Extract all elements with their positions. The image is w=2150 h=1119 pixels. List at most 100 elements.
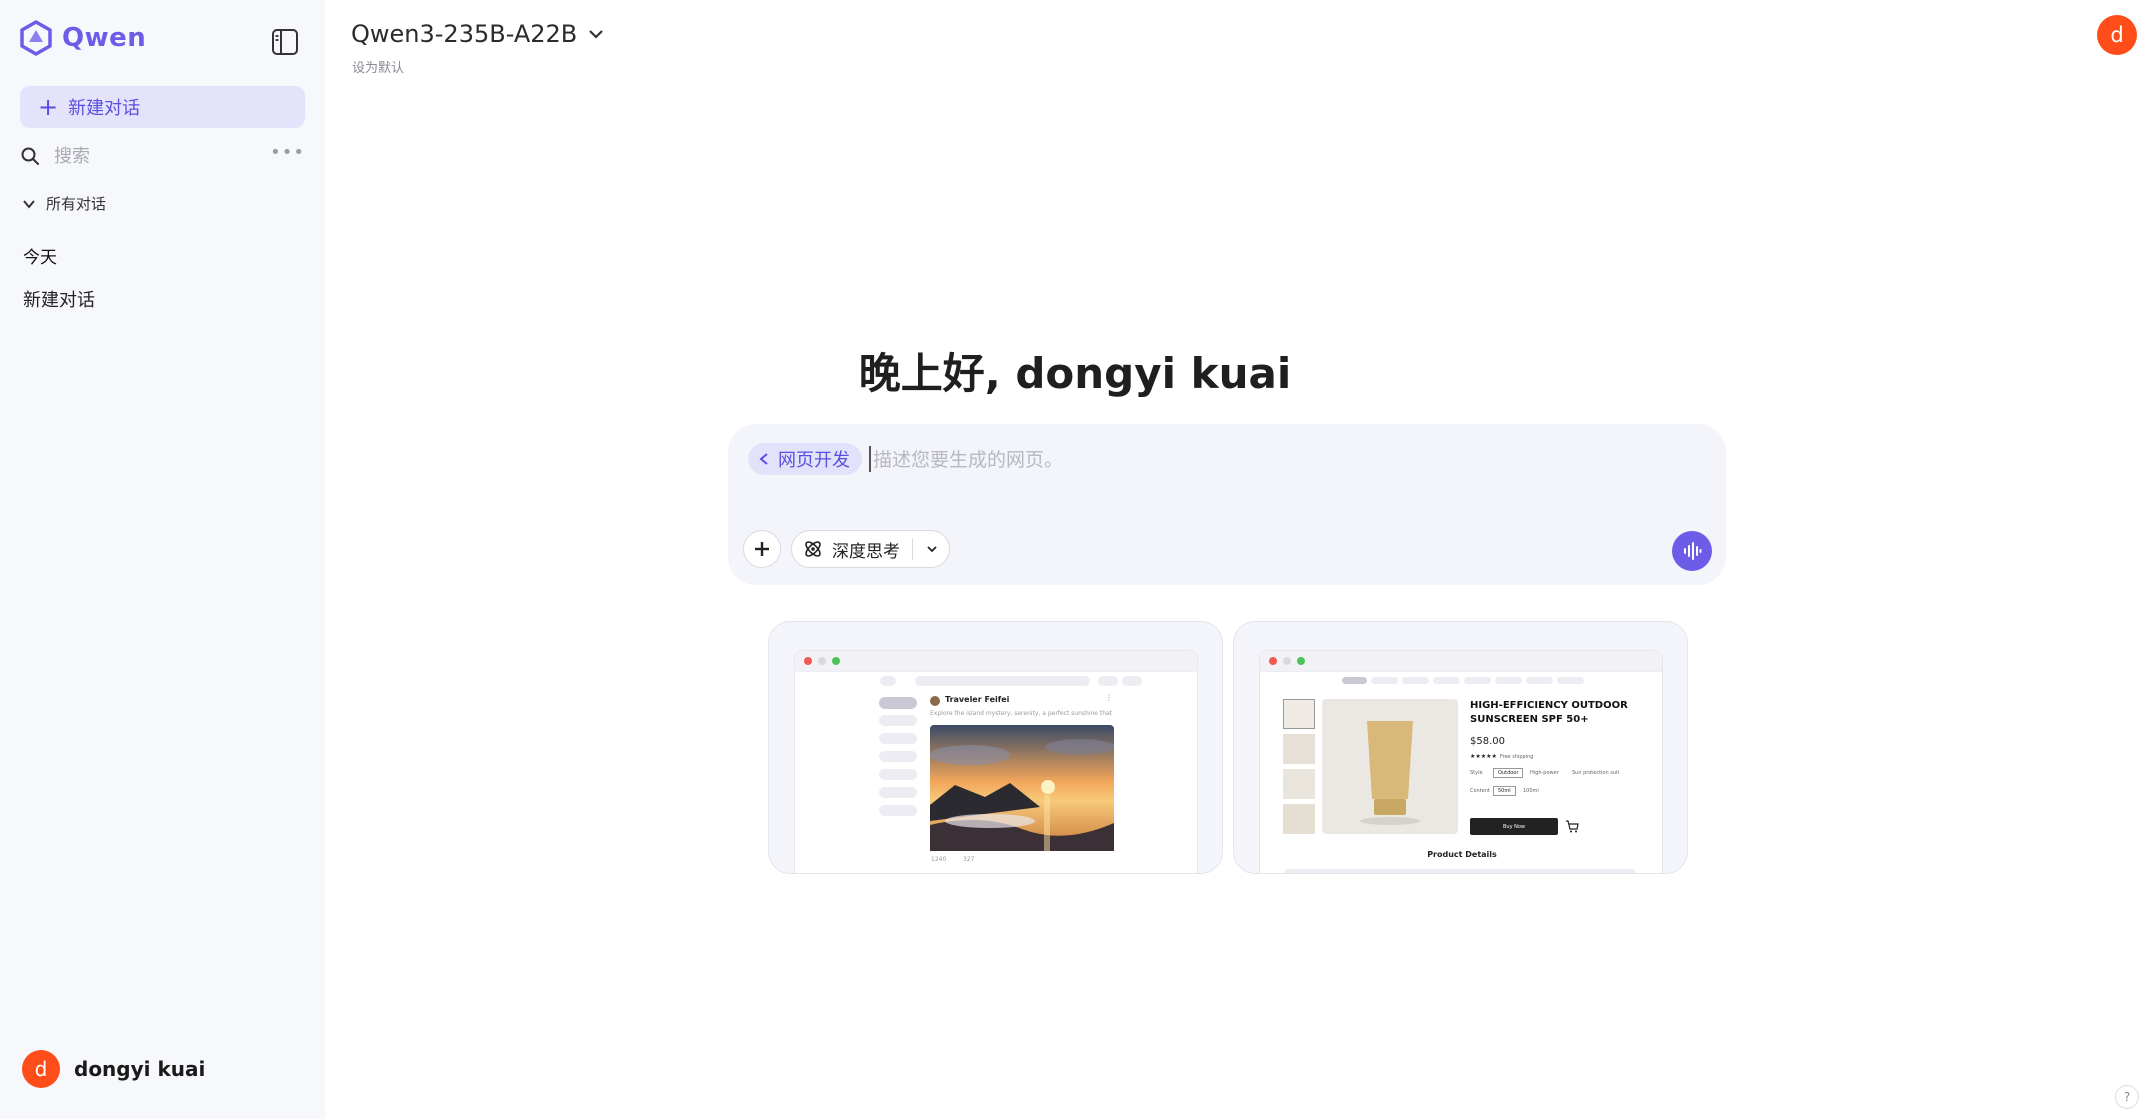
product-thumbnail — [1283, 699, 1315, 729]
placeholder-bar — [1371, 677, 1398, 684]
prompt-input[interactable] — [871, 444, 1655, 476]
all-chats-label: 所有对话 — [46, 195, 107, 213]
logo-text: Qwen — [62, 23, 147, 53]
style-option: Sun protection suit — [1572, 770, 1620, 776]
product-rating: ★★★★★ — [1470, 753, 1497, 760]
header-avatar[interactable]: d — [2097, 15, 2137, 55]
placeholder-bar — [879, 697, 917, 709]
post-author: Traveler Feifei — [945, 695, 1010, 704]
placeholder-bar — [879, 769, 917, 780]
chevron-down-icon — [589, 30, 604, 39]
product-thumbnail — [1283, 734, 1315, 764]
placeholder-bar — [879, 805, 917, 816]
model-selector[interactable]: Qwen3-235B-A22B — [351, 20, 605, 48]
shipping-note: Free shipping — [1500, 754, 1534, 760]
more-options-icon: ⋮ — [1105, 693, 1113, 702]
set-default-link[interactable]: 设为默认 — [352, 57, 404, 76]
style-option: Outdoor — [1493, 768, 1524, 778]
user-name: dongyi kuai — [74, 1057, 206, 1081]
chevron-down-icon — [23, 199, 35, 209]
placeholder-bar — [880, 676, 896, 686]
placeholder-bar — [1495, 677, 1522, 684]
qwen-logo-icon — [20, 20, 52, 56]
greeting: 晚上好, dongyi kuai — [858, 349, 1292, 398]
new-chat-button[interactable]: + 新建对话 — [20, 86, 305, 128]
placeholder-bar — [915, 676, 1090, 686]
sidebar-toggle-button[interactable] — [270, 27, 300, 57]
placeholder-bar — [879, 787, 917, 798]
avatar — [930, 696, 940, 706]
chat-list-item[interactable]: 新建对话 — [23, 286, 95, 312]
buy-now-button: Buy Now — [1470, 818, 1558, 835]
logo[interactable]: Qwen — [18, 20, 146, 56]
placeholder-bar — [1433, 677, 1460, 684]
content-option: 50ml — [1493, 786, 1516, 796]
like-count: 1240 — [931, 856, 947, 863]
product-title: HIGH-EFFICIENCY OUTDOOR SUNSCREEN SPF 50… — [1470, 700, 1628, 725]
all-chats-toggle[interactable]: 所有对话 — [22, 193, 106, 214]
sound-wave-icon — [1684, 542, 1702, 560]
template-preview: HIGH-EFFICIENCY OUTDOOR SUNSCREEN SPF 50… — [1259, 650, 1663, 873]
placeholder-bar — [1122, 676, 1142, 686]
window-close-dot — [1269, 657, 1277, 665]
template-card-social[interactable]: Traveler Feifei ⋮ Explore the island mys… — [768, 621, 1223, 874]
placeholder-bar — [1402, 677, 1429, 684]
atom-icon — [805, 541, 821, 557]
plus-icon — [755, 542, 769, 556]
product-price: $58.00 — [1470, 736, 1505, 747]
deep-think-label: 深度思考 — [832, 541, 900, 562]
browser-chrome — [1260, 651, 1662, 672]
divider — [912, 538, 913, 560]
style-option: High-power — [1530, 770, 1559, 776]
product-thumbnail — [1283, 769, 1315, 799]
placeholder-bar — [879, 751, 917, 762]
placeholder-bar — [1526, 677, 1553, 684]
placeholder-bar — [879, 715, 917, 726]
placeholder-bar — [879, 733, 917, 744]
chevron-down-icon[interactable] — [925, 542, 939, 556]
help-button[interactable]: ? — [2115, 1085, 2139, 1109]
window-maximize-dot — [1297, 657, 1305, 665]
voice-input-button[interactable] — [1672, 531, 1712, 571]
placeholder-bar — [1098, 676, 1118, 686]
group-heading-today: 今天 — [23, 248, 57, 268]
window-minimize-dot — [1283, 657, 1291, 665]
product-details-heading: Product Details — [1427, 850, 1497, 859]
content-label: Content — [1470, 788, 1490, 794]
plus-icon: + — [38, 93, 59, 121]
avatar: d — [22, 1050, 60, 1088]
style-label: Style — [1470, 770, 1483, 776]
more-options-icon[interactable]: ••• — [270, 142, 305, 163]
window-close-dot — [804, 657, 812, 665]
chevron-left-icon — [759, 453, 768, 465]
deep-think-button[interactable]: 深度思考 — [802, 537, 900, 562]
post-caption: Explore the island mystery, serenity, a … — [930, 710, 1113, 717]
sunset-image — [930, 725, 1114, 851]
sidebar-toggle-icon — [272, 29, 298, 55]
model-name: Qwen3-235B-A22B — [351, 20, 578, 48]
content-option: 100ml — [1523, 788, 1539, 794]
product-image — [1322, 699, 1458, 834]
browser-chrome — [795, 651, 1197, 672]
window-maximize-dot — [832, 657, 840, 665]
search-bar: ••• — [20, 142, 305, 170]
user-profile[interactable]: d dongyi kuai — [22, 1050, 205, 1088]
template-preview: Traveler Feifei ⋮ Explore the island mys… — [794, 650, 1198, 873]
window-minimize-dot — [818, 657, 826, 665]
comment-count: 327 — [963, 856, 975, 863]
template-card-product[interactable]: HIGH-EFFICIENCY OUTDOOR SUNSCREEN SPF 50… — [1233, 621, 1688, 874]
placeholder-bar — [1285, 869, 1635, 873]
search-input[interactable] — [52, 144, 256, 168]
product-thumbnail — [1283, 804, 1315, 834]
buy-now-label: Buy Now — [1502, 823, 1526, 830]
cart-icon — [1566, 820, 1579, 833]
attach-button[interactable] — [743, 530, 781, 568]
deep-think-toggle: 深度思考 — [791, 530, 950, 568]
search-icon — [21, 147, 39, 165]
placeholder-bar — [1464, 677, 1491, 684]
composer: 网页开发 深度思考 — [728, 424, 1726, 585]
new-chat-label: 新建对话 — [68, 98, 141, 119]
sidebar: Qwen + 新建对话 ••• 所有对话 今天 新建对话 d dongyi ku… — [0, 0, 325, 1119]
mode-chip-web-dev[interactable]: 网页开发 — [748, 443, 862, 475]
placeholder-bar — [1557, 677, 1584, 684]
